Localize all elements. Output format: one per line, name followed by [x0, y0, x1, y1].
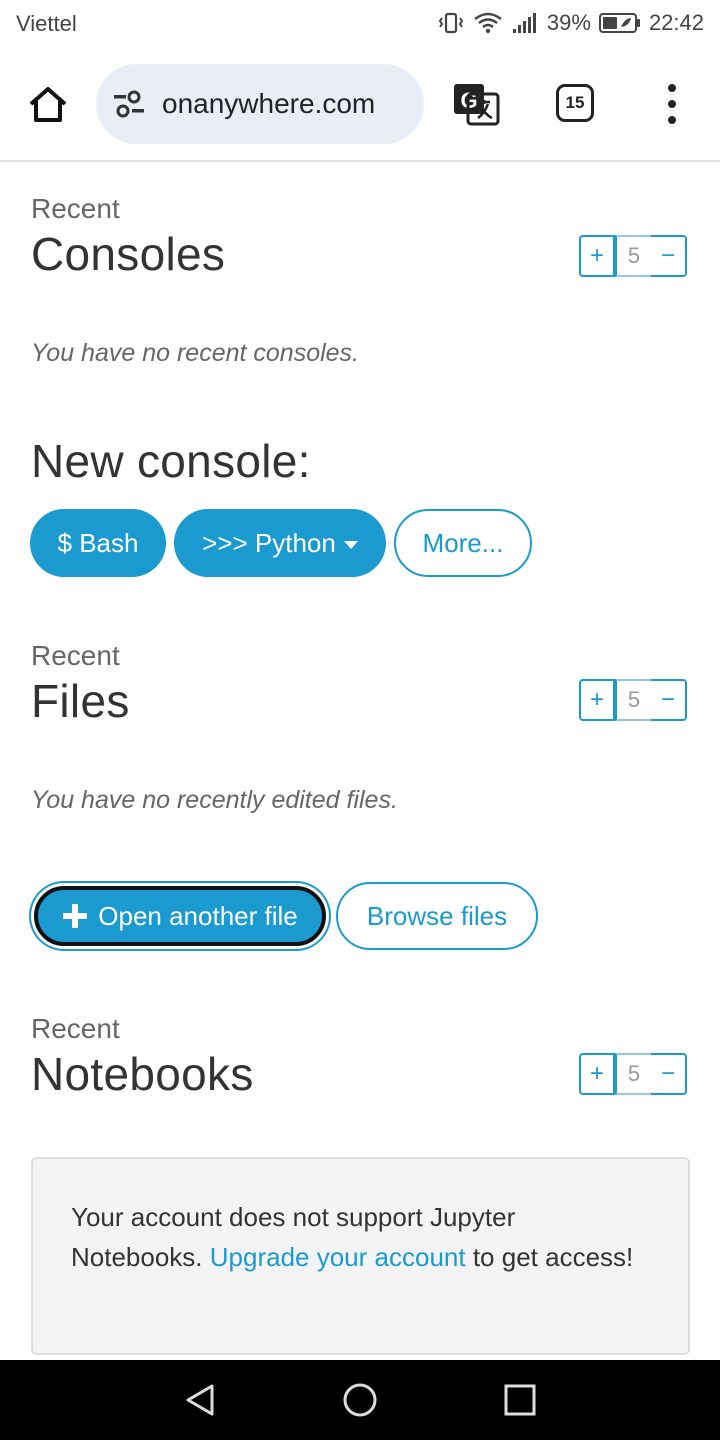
- python-console-button[interactable]: >>> Python: [174, 509, 386, 577]
- consoles-section: Recent Consoles + 5 −: [31, 193, 691, 313]
- files-increase-button[interactable]: +: [579, 679, 615, 721]
- browse-files-button[interactable]: Browse files: [336, 882, 538, 950]
- more-consoles-label: More...: [422, 527, 504, 558]
- plus-icon: [63, 904, 88, 928]
- tab-count: 15: [565, 93, 585, 112]
- files-kicker: Recent: [31, 640, 120, 671]
- new-console-title: New console:: [31, 435, 311, 487]
- status-bar: Viettel 39% 22:42: [0, 0, 720, 50]
- menu-dot: [668, 100, 676, 108]
- menu-dot: [668, 116, 676, 124]
- tab-switcher-button[interactable]: 15: [556, 84, 594, 122]
- files-count-value: 5: [615, 679, 651, 721]
- files-empty-message: You have no recently edited files.: [31, 786, 398, 814]
- home-circle-icon[interactable]: [342, 1382, 378, 1418]
- battery-percent: 39%: [546, 10, 591, 35]
- consoles-empty-message: You have no recent consoles.: [31, 339, 360, 367]
- battery-icon: [598, 13, 640, 33]
- jupyter-upgrade-notice: Your account does not support Jupyter No…: [31, 1157, 690, 1355]
- recents-icon[interactable]: [502, 1382, 538, 1418]
- open-another-file-button[interactable]: Open another file: [34, 886, 326, 946]
- tune-icon[interactable]: [112, 90, 146, 118]
- url-text: onanywhere.com: [162, 88, 376, 119]
- files-section: Recent Files + 5 −: [31, 640, 691, 760]
- open-another-file-label: Open another file: [98, 900, 298, 931]
- address-bar[interactable]: onanywhere.com: [96, 64, 424, 144]
- files-decrease-button[interactable]: −: [651, 679, 687, 721]
- python-console-label: >>> Python: [202, 527, 336, 558]
- caret-down-icon: [343, 540, 358, 549]
- bash-console-label: $ Bash: [57, 527, 139, 558]
- notebooks-kicker: Recent: [31, 1013, 120, 1044]
- home-icon[interactable]: [26, 84, 70, 124]
- back-icon[interactable]: [182, 1382, 218, 1418]
- consoles-count-stepper: + 5 −: [579, 235, 691, 279]
- clock: 22:42: [648, 10, 704, 35]
- status-icons: 39% 22:42: [437, 10, 704, 36]
- consoles-count-value: 5: [615, 235, 651, 277]
- signal-icon: [512, 13, 536, 33]
- system-nav-bar: [0, 1360, 720, 1440]
- vibrate-icon: [438, 12, 464, 34]
- notebooks-count-stepper: + 5 −: [579, 1053, 691, 1097]
- consoles-increase-button[interactable]: +: [579, 235, 615, 277]
- toolbar-divider: [0, 160, 720, 162]
- notebooks-count-value: 5: [615, 1053, 651, 1095]
- more-vert-icon[interactable]: [664, 84, 680, 124]
- carrier-label: Viettel: [16, 11, 77, 36]
- consoles-decrease-button[interactable]: −: [651, 235, 687, 277]
- notice-text-suffix: to get access!: [472, 1242, 634, 1272]
- files-count-stepper: + 5 −: [579, 679, 691, 723]
- notebooks-increase-button[interactable]: +: [579, 1053, 615, 1095]
- browse-files-label: Browse files: [366, 900, 508, 931]
- bash-console-button[interactable]: $ Bash: [30, 509, 166, 577]
- translate-icon[interactable]: G: [452, 80, 500, 128]
- notebooks-decrease-button[interactable]: −: [651, 1053, 687, 1095]
- browser-toolbar: onanywhere.com G 15: [0, 50, 720, 160]
- consoles-kicker: Recent: [31, 193, 120, 224]
- more-consoles-button[interactable]: More...: [394, 509, 532, 577]
- wifi-icon: [474, 12, 502, 34]
- upgrade-account-link[interactable]: Upgrade your account: [210, 1242, 466, 1272]
- notebooks-section: Recent Notebooks + 5 −: [31, 1013, 691, 1133]
- menu-dot: [668, 84, 676, 92]
